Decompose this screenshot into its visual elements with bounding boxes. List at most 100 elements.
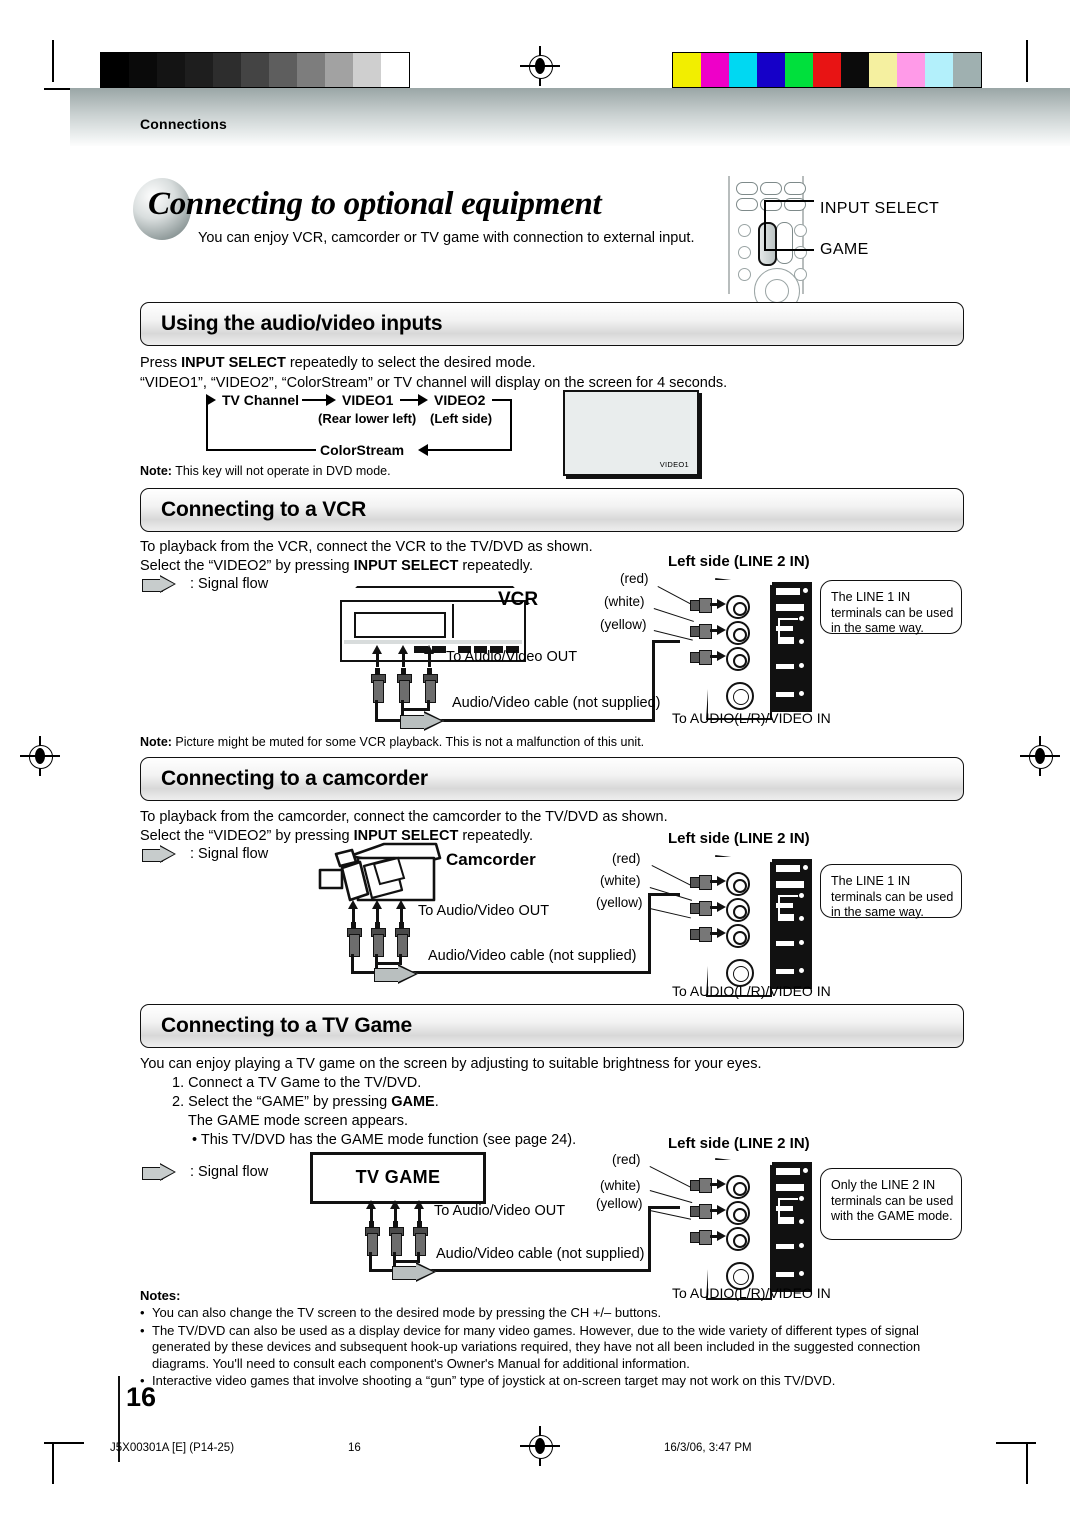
- camcorder-signal-up-arrow: [348, 900, 359, 922]
- camcorder-signal-up-arrow: [372, 900, 383, 922]
- remote-button: [736, 182, 758, 195]
- connect-arrow: [710, 599, 726, 610]
- footer-file-id: J5X00301A [E] (P14-25): [110, 1442, 235, 1454]
- remote-button: [784, 182, 806, 195]
- rca-plug: [365, 1221, 380, 1256]
- camcorder-to-audio-video-out: To Audio/Video OUT: [418, 903, 550, 919]
- vcr-callout-text: The LINE 1 IN terminals can be used in t…: [831, 590, 954, 635]
- page-subtitle: You can enjoy VCR, camcorder or TV game …: [198, 230, 695, 246]
- grayscale-swatch: [381, 53, 409, 87]
- camcorder-to-audio-video-in: To AUDIO(L/R)/VIDEO IN: [672, 983, 831, 999]
- tv-game-device-box: TV GAME: [310, 1152, 486, 1204]
- vcr-cassette-slot: [354, 612, 446, 638]
- tvgame-red-label: (red): [612, 1152, 641, 1167]
- color-swatch: [701, 53, 729, 87]
- remote-button: [738, 268, 751, 281]
- grayscale-swatch: [213, 53, 241, 87]
- section-title-av-inputs: Using the audio/video inputs: [161, 312, 443, 335]
- video-jack: [726, 647, 750, 671]
- vcr-signal-direction-arrow: [400, 711, 448, 731]
- vcr-note: Note: Picture might be muted for some VC…: [140, 733, 644, 752]
- signal-flow-arrow-icon: [142, 1163, 178, 1181]
- flow-item-video1: VIDEO1: [342, 392, 394, 408]
- color-swatch: [785, 53, 813, 87]
- osd-screen-preview: VIDEO1: [563, 390, 699, 476]
- color-swatch: [897, 53, 925, 87]
- vcr-cable-to-panel: [652, 640, 680, 643]
- note-item: Interactive video games that involve sho…: [140, 1373, 970, 1390]
- flow-bottom-right: [426, 449, 512, 451]
- vcr-signal-up-arrow: [424, 645, 435, 667]
- registration-mark-right: [1020, 736, 1060, 776]
- rca-plug: [395, 922, 410, 957]
- input-select-game-button-highlight: [758, 222, 777, 266]
- notes-heading: Notes:: [140, 1288, 181, 1303]
- section-title-camcorder: Connecting to a camcorder: [161, 767, 428, 790]
- input-select-cycle-diagram: TV Channel VIDEO1 VIDEO2 (Rear lower lef…: [196, 388, 536, 468]
- connect-arrow: [710, 1179, 726, 1190]
- audio-jack-left: [726, 621, 750, 645]
- vcr-signal-flow-label: : Signal flow: [190, 576, 269, 592]
- remote-button: [736, 198, 758, 211]
- grayscale-swatch: [185, 53, 213, 87]
- tvgame-signal-up-arrow: [390, 1200, 401, 1222]
- remote-button: [794, 224, 807, 237]
- game-cable-to-panel: [648, 1206, 680, 1209]
- remote-button: [738, 246, 751, 259]
- connect-arrow: [710, 625, 726, 636]
- av-note-label: Note:: [140, 464, 172, 478]
- vcr-line2-part-c: repeatedly.: [458, 558, 534, 574]
- camcorder-cable-label: Audio/Video cable (not supplied): [428, 948, 637, 964]
- section-title-tv-game: Connecting to a TV Game: [161, 1014, 412, 1037]
- rca-plug: [397, 668, 412, 703]
- connect-arrow: [710, 902, 726, 913]
- vcr-line2-part-a: Select the “VIDEO2” by pressing: [140, 558, 354, 574]
- flow-left-up: [206, 399, 208, 451]
- footer-timestamp: 16/3/06, 3:47 PM: [664, 1442, 752, 1454]
- tvgame-cable-label: Audio/Video cable (not supplied): [436, 1246, 645, 1262]
- color-swatch: [757, 53, 785, 87]
- vcr-red-label: (red): [620, 571, 649, 586]
- av-inputs-line1: Press INPUT SELECT repeatedly to select …: [140, 354, 536, 373]
- av-line1-part-c: repeatedly to select the desired mode.: [285, 355, 536, 371]
- video-jack: [726, 924, 750, 948]
- camcorder-callout-bubble: The LINE 1 IN terminals can be used in t…: [820, 864, 962, 919]
- audio-jack-right: [726, 1175, 750, 1199]
- game-leader-line: [764, 249, 814, 251]
- crop-mark-bl-v: [52, 1442, 54, 1484]
- connect-arrow: [710, 876, 726, 887]
- flow-item-tv-channel: TV Channel: [222, 392, 300, 408]
- flow-item-colorstream: ColorStream: [320, 442, 405, 458]
- vcr-line2: Select the “VIDEO2” by pressing INPUT SE…: [140, 557, 533, 576]
- color-swatch: [673, 53, 701, 87]
- audio-jack-left: [726, 898, 750, 922]
- signal-flow-arrow-icon: [142, 575, 178, 593]
- signal-flow-arrow-icon: [142, 845, 178, 863]
- flow-arrow-head-left: [418, 444, 428, 456]
- section-title-vcr: Connecting to a VCR: [161, 498, 367, 521]
- game-cable-riser: [648, 1206, 651, 1272]
- registration-mark-top: [520, 46, 560, 86]
- cam-cable-segment: [399, 954, 402, 962]
- vcr-to-audio-video-out: To Audio/Video OUT: [446, 649, 578, 665]
- camcorder-callout-text: The LINE 1 IN terminals can be used in t…: [831, 874, 954, 919]
- remote-button: [760, 182, 782, 195]
- camcorder-signal-flow-label: : Signal flow: [190, 846, 269, 862]
- camcorder-signal-up-arrow: [396, 900, 407, 922]
- camcorder-red-label: (red): [612, 851, 641, 866]
- grayscale-swatch: [157, 53, 185, 87]
- rca-plug: [389, 1221, 404, 1256]
- vcr-note-label: Note:: [140, 735, 172, 749]
- color-swatch: [953, 53, 981, 87]
- tvgame-signal-up-arrow: [366, 1200, 377, 1222]
- vcr-line2-bold: INPUT SELECT: [353, 558, 459, 574]
- grayscale-swatch: [269, 53, 297, 87]
- av-line1-bold: INPUT SELECT: [181, 355, 286, 371]
- tvgame-step2-part-c: .: [434, 1094, 439, 1110]
- tvgame-white-leader: [649, 1190, 693, 1204]
- vcr-callout-bubble: The LINE 1 IN terminals can be used in t…: [820, 580, 962, 635]
- connect-arrow: [710, 1231, 726, 1242]
- game-leader-vertical: [764, 222, 766, 250]
- rca-plug: [347, 922, 362, 957]
- color-swatch: [729, 53, 757, 87]
